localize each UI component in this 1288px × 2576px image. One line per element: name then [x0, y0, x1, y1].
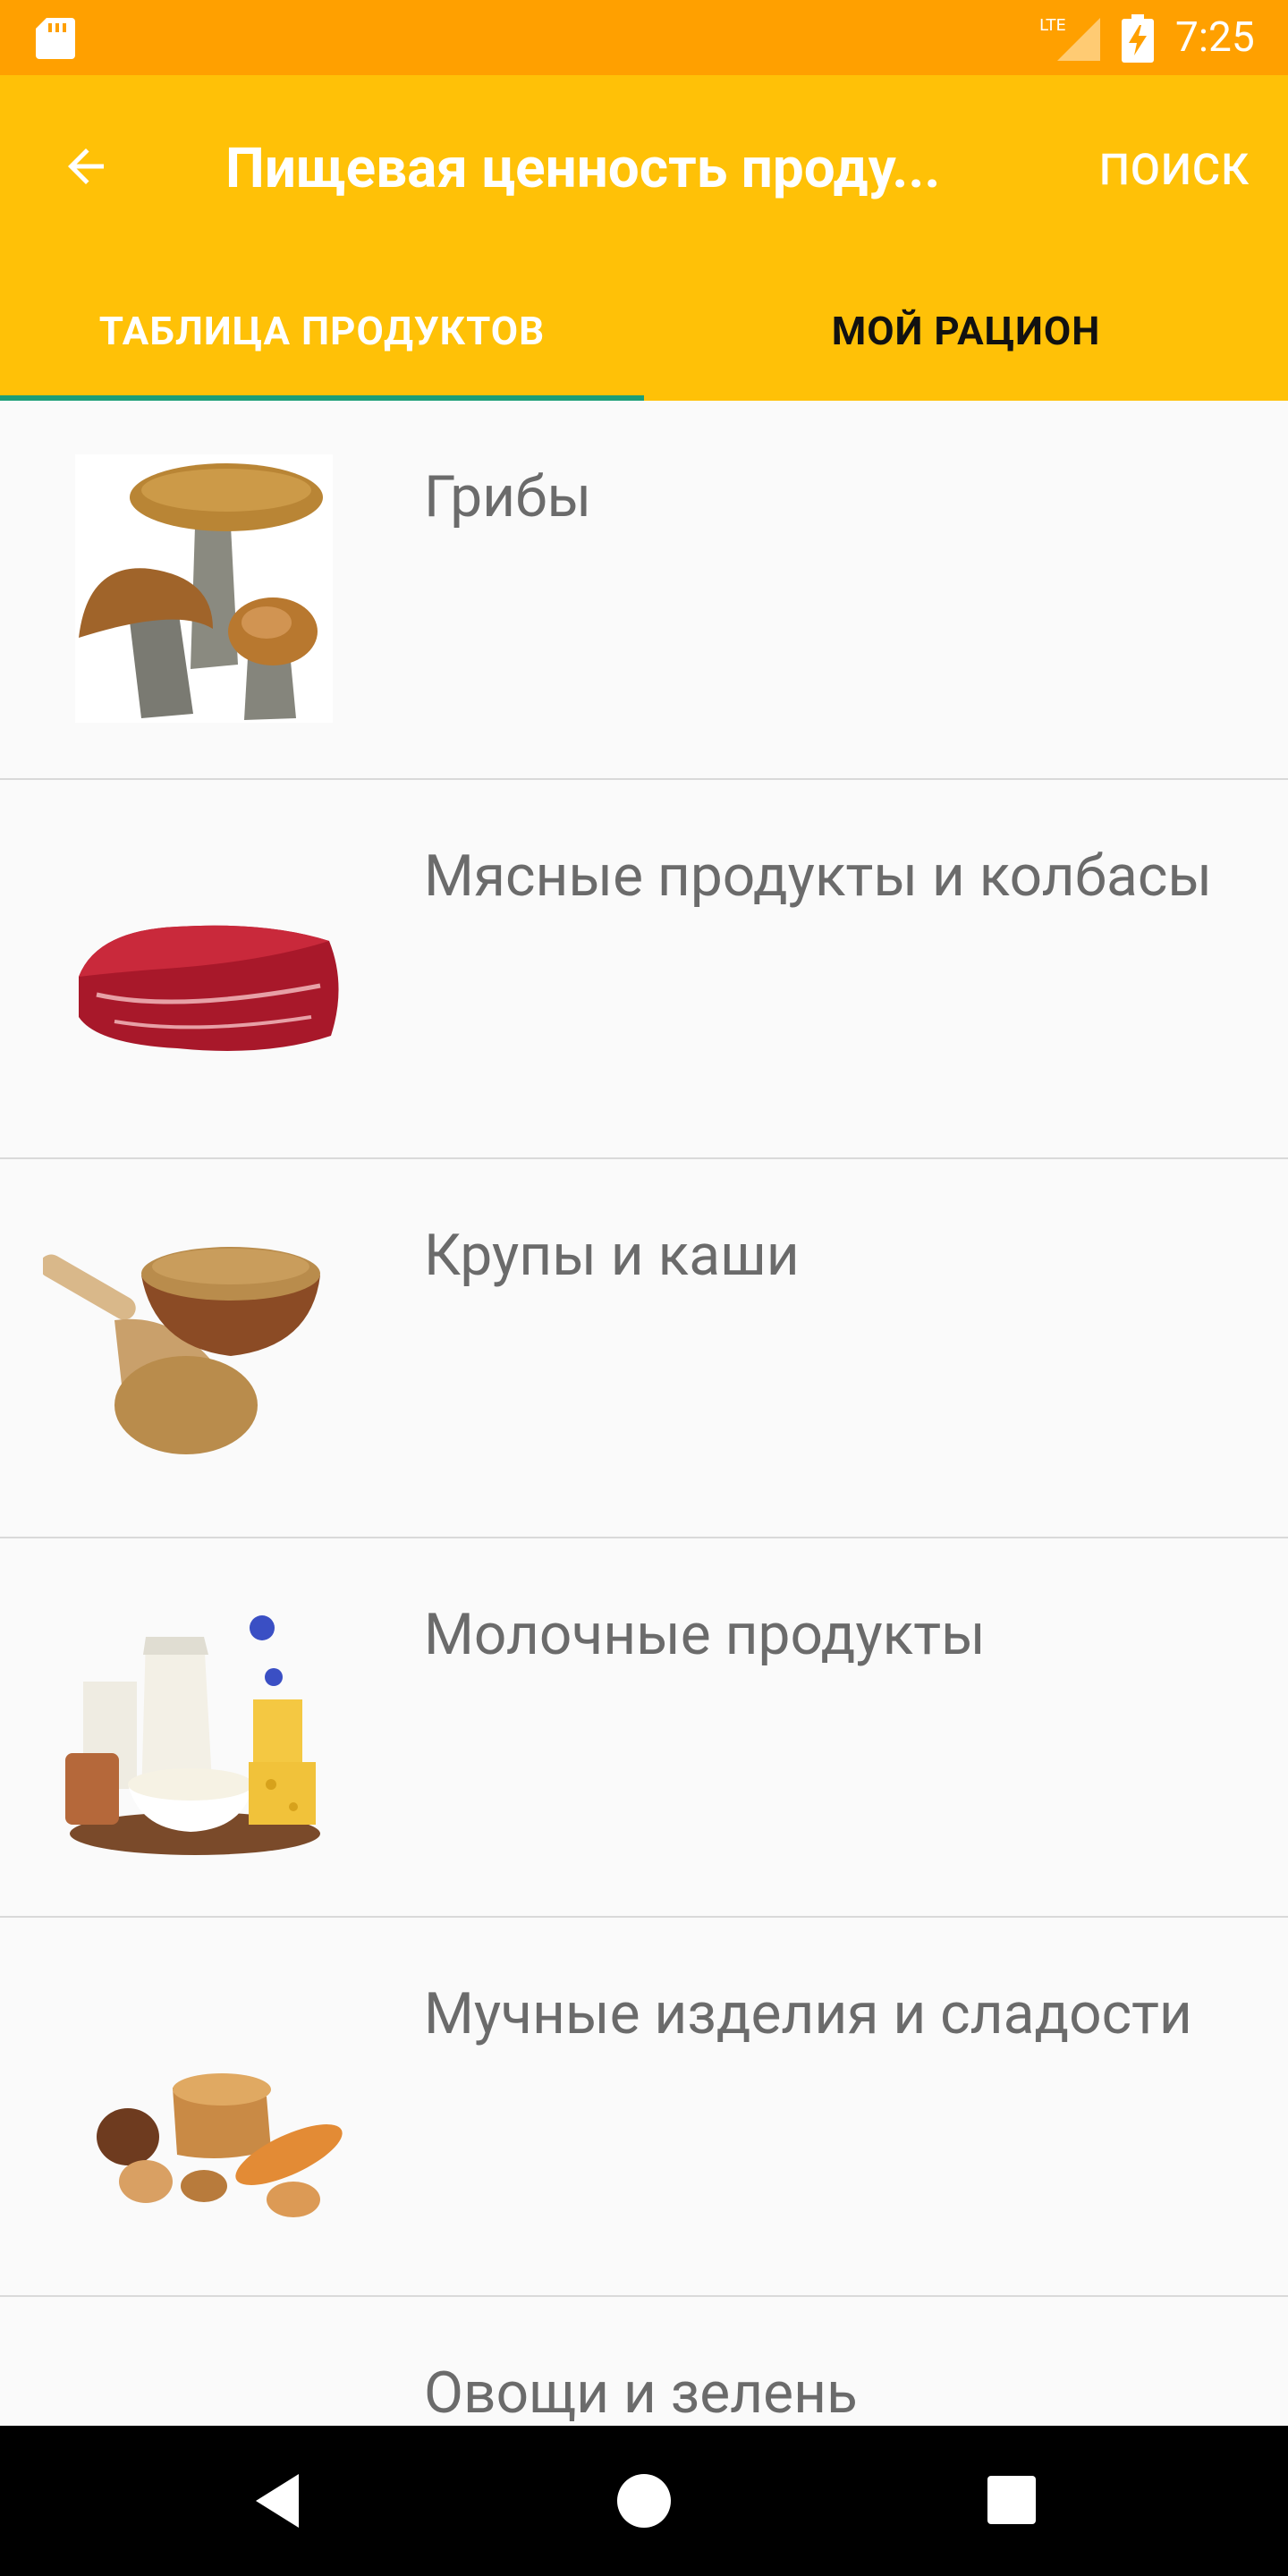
app-bar: Пищевая ценность проду... ПОИСК ТАБЛИЦА …: [0, 75, 1288, 401]
sd-card-icon: [36, 18, 75, 59]
list-item[interactable]: Грибы: [0, 401, 1288, 782]
bread-image: [97, 2073, 343, 2217]
svg-text:LTE: LTE: [1039, 16, 1066, 35]
status-time: 7:25: [1175, 13, 1255, 62]
nav-back-icon[interactable]: [243, 2465, 315, 2537]
app-title: Пищевая ценность проду...: [225, 136, 941, 201]
category-label: Мучные изделия и сладости: [424, 1980, 1192, 2047]
nav-home-icon[interactable]: [608, 2465, 680, 2537]
list-item[interactable]: Мучные изделия и сладости: [0, 1918, 1288, 2299]
list-item[interactable]: Мясные продукты и колбасы: [0, 780, 1288, 1161]
back-button[interactable]: [43, 123, 129, 209]
category-list[interactable]: Грибы Мясные продукты и колбасы Крупы и …: [0, 401, 1288, 2426]
category-label: Овощи и зелень: [424, 2360, 858, 2426]
list-item[interactable]: Молочные продукты: [0, 1538, 1288, 1919]
search-button[interactable]: ПОИСК: [1080, 132, 1268, 208]
mushrooms-image: [75, 454, 333, 723]
lte-signal-icon: LTE: [1039, 16, 1100, 61]
category-label: Молочные продукты: [424, 1601, 986, 1668]
category-label: Грибы: [424, 463, 592, 530]
tab-label: МОЙ РАЦИОН: [831, 308, 1101, 354]
meat-image: [79, 925, 339, 1051]
grains-image: [43, 1247, 320, 1454]
category-label: Крупы и каши: [424, 1222, 800, 1289]
tab-bar: ТАБЛИЦА ПРОДУКТОВ МОЙ РАЦИОН: [0, 261, 1288, 401]
list-item[interactable]: Овощи и зелень: [0, 2297, 1288, 2426]
tab-my-diet[interactable]: МОЙ РАЦИОН: [644, 261, 1288, 401]
navigation-bar: [0, 2426, 1288, 2576]
battery-charging-icon: [1122, 14, 1154, 63]
tab-label: ТАБЛИЦА ПРОДУКТОВ: [98, 308, 546, 354]
nav-recents-icon[interactable]: [977, 2465, 1048, 2537]
status-bar: LTE 7:25: [0, 0, 1288, 75]
dairy-image: [65, 1615, 320, 1855]
list-item[interactable]: Крупы и каши: [0, 1159, 1288, 1540]
category-label: Мясные продукты и колбасы: [424, 843, 1213, 910]
arrow-back-icon: [68, 148, 104, 184]
tab-product-table[interactable]: ТАБЛИЦА ПРОДУКТОВ: [0, 261, 644, 401]
